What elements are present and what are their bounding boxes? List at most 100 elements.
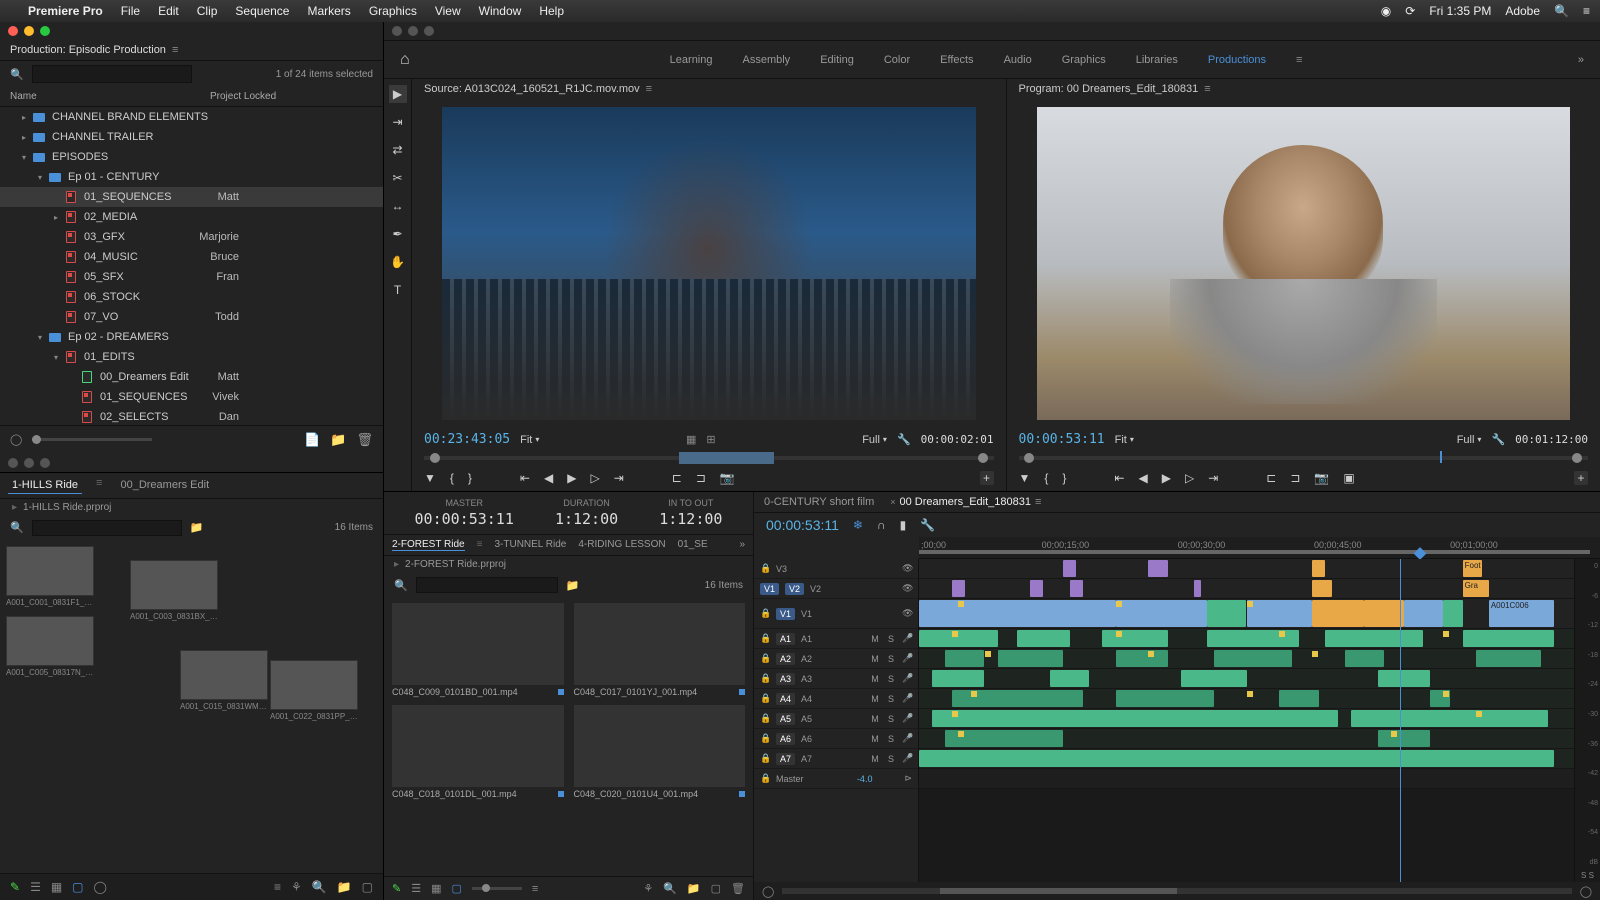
new-item2-icon[interactable]: ▢ (362, 880, 373, 894)
bin-tab-hills[interactable]: 1-HILLS Ride (8, 477, 82, 494)
add-button-icon[interactable]: + (980, 471, 994, 485)
step-back-icon[interactable]: ◀ (544, 471, 553, 485)
track-head-a3[interactable]: 🔒A3A3MS🎤 (754, 669, 918, 689)
p-extract-icon[interactable]: ⊐ (1290, 471, 1300, 485)
overwrite-icon[interactable]: ⊐ (696, 471, 706, 485)
pf-freeform-icon[interactable]: ▢ (452, 882, 462, 895)
tree-row[interactable]: ▾EPISODES (0, 147, 383, 167)
menu-file[interactable]: File (121, 4, 140, 18)
source-scrubber[interactable] (412, 451, 1006, 465)
track-head-a2[interactable]: 🔒A2A2MS🎤 (754, 649, 918, 669)
bin-tab-dreamers[interactable]: 00_Dreamers Edit (116, 477, 213, 494)
production-search-input[interactable] (32, 65, 192, 83)
playhead[interactable] (1400, 559, 1401, 882)
clip-thumbnail[interactable]: C048_C020_0101U4_001.mp4 (574, 705, 746, 801)
program-settings-icon[interactable]: 🔧 (1491, 433, 1505, 446)
pf-item-icon[interactable]: ▢ (711, 882, 721, 895)
tl-marker-icon[interactable]: ▮ (900, 518, 907, 532)
clip-thumbnail[interactable]: A001_C022_0831PP_001.mp4 (270, 660, 358, 721)
timeline-scrollbar[interactable] (782, 888, 1571, 894)
ripple-tool-icon[interactable]: ⇄ (389, 141, 407, 159)
tree-row[interactable]: 01_SEQUENCESVivek (0, 387, 383, 407)
mark-out-icon[interactable]: { (450, 471, 454, 485)
menu-window[interactable]: Window (479, 4, 522, 18)
tl-zoom-in-icon[interactable]: ◯ (1580, 885, 1592, 898)
ws-learning[interactable]: Learning (670, 54, 713, 66)
pf-bin-icon[interactable]: 📁 (687, 882, 701, 895)
tl-tab-century[interactable]: 0-CENTURY short film (764, 496, 874, 508)
auto-icon[interactable]: ⚘ (291, 880, 302, 894)
timeline-tracks[interactable]: Foot Gra (919, 559, 1574, 882)
proj-tab-se[interactable]: 01_SE (678, 539, 708, 551)
step-fwd-icon[interactable]: ▷ (590, 471, 599, 485)
ws-graphics[interactable]: Graphics (1062, 54, 1106, 66)
tree-row[interactable]: ▾Ep 01 - CENTURY (0, 167, 383, 187)
ws-color[interactable]: Color (884, 54, 910, 66)
clip-thumbnail[interactable]: C048_C017_0101YJ_001.mp4 (574, 603, 746, 699)
track-head-a7[interactable]: 🔒A7A7MS🎤 (754, 749, 918, 769)
clip-thumbnail[interactable]: A001_C005_08317N_001.mp4 (6, 616, 94, 677)
p-lift-icon[interactable]: ⊏ (1266, 471, 1276, 485)
disclosure-arrow-icon[interactable]: ▾ (38, 173, 48, 182)
pf-pencil-icon[interactable]: ✎ (392, 882, 401, 895)
mark-clip-icon[interactable]: } (468, 471, 472, 485)
ws-effects[interactable]: Effects (940, 54, 973, 66)
list-view-icon[interactable]: ☰ (30, 880, 41, 894)
source-video-frame[interactable] (442, 107, 976, 420)
mark-in-icon[interactable]: ▼ (424, 471, 436, 485)
icon-view-icon[interactable]: ▦ (51, 880, 62, 894)
ws-assembly[interactable]: Assembly (743, 54, 791, 66)
proj-tab-overflow-icon[interactable]: » (739, 539, 745, 551)
filter-icon[interactable]: ≡ (274, 880, 281, 894)
track-head-v2[interactable]: V1V2V2👁 (754, 579, 918, 599)
tab-menu-icon[interactable]: ≡ (96, 477, 102, 494)
p-go-in-icon[interactable]: ⇤ (1114, 471, 1124, 485)
thumb-size-slider[interactable] (32, 438, 152, 441)
menu-help[interactable]: Help (539, 4, 564, 18)
panel-menu-icon[interactable]: ≡ (172, 44, 178, 56)
tl-zoom-out-icon[interactable]: ◯ (762, 885, 774, 898)
proj-tab-riding[interactable]: 4-RIDING LESSON (578, 539, 665, 551)
ws-libraries[interactable]: Libraries (1136, 54, 1178, 66)
program-menu-icon[interactable]: ≡ (1204, 83, 1210, 95)
ws-overflow-icon[interactable]: » (1578, 54, 1584, 66)
menu-graphics[interactable]: Graphics (369, 4, 417, 18)
tree-row[interactable]: 01_SEQUENCESMatt (0, 187, 383, 207)
clip-thumbnail[interactable]: A001_C003_0831BX_001.mp4 (130, 560, 218, 621)
tree-row[interactable]: ▾01_EDITS (0, 347, 383, 367)
slip-tool-icon[interactable]: ↔ (389, 197, 407, 215)
tree-row[interactable]: 05_SFXFran (0, 267, 383, 287)
proj-search-input[interactable] (416, 577, 558, 593)
timeline-ruler[interactable]: ;00;00 00;00;15;00 00;00;30;00 00;00;45;… (919, 537, 1600, 559)
program-video-frame[interactable] (1037, 107, 1571, 420)
export-frame-icon[interactable]: 📷 (720, 471, 735, 485)
tree-row[interactable]: 04_MUSICBruce (0, 247, 383, 267)
play-icon[interactable]: ▶ (567, 471, 576, 485)
clip-thumbnail[interactable]: C048_C009_0101BD_001.mp4 (392, 603, 564, 699)
track-head-a4[interactable]: 🔒A4A4MS🎤 (754, 689, 918, 709)
freeform-view-icon[interactable]: ▢ (72, 880, 83, 894)
p-mark-in-icon[interactable]: ▼ (1019, 471, 1031, 485)
p-go-out-icon[interactable]: ⇥ (1208, 471, 1218, 485)
new-bin-icon[interactable]: 📁 (330, 432, 346, 448)
pf-trash-icon[interactable]: 🗑 (731, 882, 745, 895)
track-select-tool-icon[interactable]: ⇥ (389, 113, 407, 131)
find-icon[interactable]: 🔍 (312, 880, 327, 894)
tl-tab-dreamers[interactable]: ×00 Dreamers_Edit_180831 ≡ (890, 496, 1041, 508)
breadcrumb-icon[interactable]: ▸ (12, 502, 17, 513)
pf-find-icon[interactable]: 🔍 (663, 882, 677, 895)
menu-clip[interactable]: Clip (197, 4, 218, 18)
pen-tool-icon[interactable]: ✒ (389, 225, 407, 243)
pf-icon-icon[interactable]: ▦ (431, 882, 441, 895)
menu-markers[interactable]: Markers (307, 4, 350, 18)
tl-link-icon[interactable]: ∩ (877, 518, 886, 532)
track-head-a5[interactable]: 🔒A5A5MS🎤 (754, 709, 918, 729)
proj-thumbnail-grid[interactable]: C048_C009_0101BD_001.mp4C048_C017_0101YJ… (384, 597, 753, 876)
spotlight-icon[interactable]: 🔍 (1554, 4, 1569, 18)
track-head-v3[interactable]: 🔒V3👁 (754, 559, 918, 579)
menu-sequence[interactable]: Sequence (235, 4, 289, 18)
menu-icon[interactable]: ≡ (1583, 4, 1590, 18)
proj-tab-forest[interactable]: 2-FOREST Ride (392, 539, 465, 551)
bin-folder-icon[interactable]: 📁 (190, 521, 204, 534)
p-export-frame-icon[interactable]: 📷 (1314, 471, 1329, 485)
